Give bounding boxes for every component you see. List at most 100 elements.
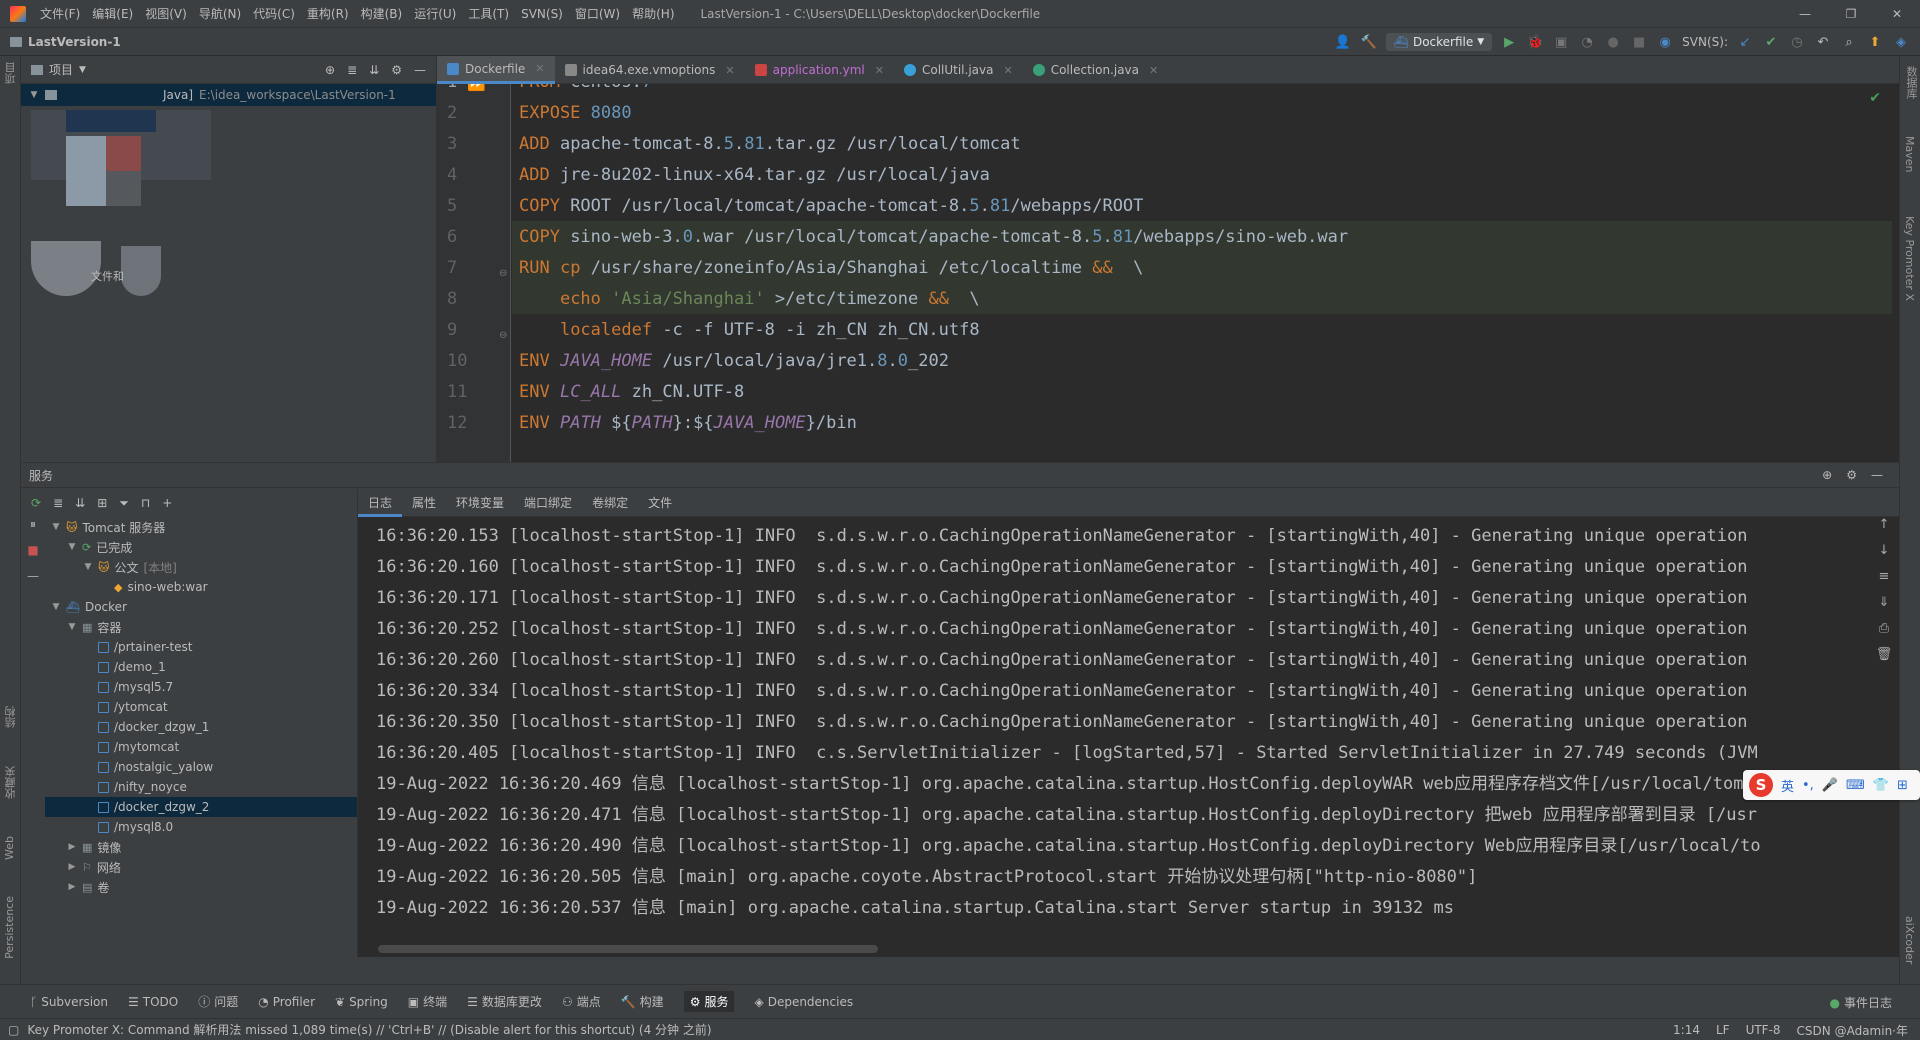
stripe-project-tab[interactable]: 项目 bbox=[3, 62, 19, 84]
pause-icon[interactable]: ⏸ bbox=[21, 517, 45, 543]
filter-icon[interactable]: ⏷ bbox=[119, 496, 129, 511]
tree-item[interactable]: /docker_dzgw_1 bbox=[45, 717, 357, 737]
tree-item[interactable]: ▼ 🐱 Tomcat 服务器 bbox=[45, 517, 357, 537]
tree-item[interactable]: /ytomcat bbox=[45, 697, 357, 717]
menu-help[interactable]: 帮助(H) bbox=[626, 5, 680, 22]
menu-tools[interactable]: 工具(T) bbox=[462, 5, 515, 22]
microphone-icon[interactable]: 🎤 bbox=[1822, 778, 1838, 793]
tree-item[interactable]: ▼ ▦ 容器 bbox=[45, 617, 357, 637]
tree-item[interactable]: /nifty_noyce bbox=[45, 777, 357, 797]
menu-edit[interactable]: 编辑(E) bbox=[86, 5, 139, 22]
stripe-key-promoter-tab[interactable]: Key Promoter X bbox=[1903, 216, 1916, 301]
tree-item[interactable]: ▼ 🐱 公文 [本地] bbox=[45, 557, 357, 577]
stripe-structure-tab[interactable]: 结构 bbox=[3, 706, 19, 728]
tab-files[interactable]: 文件 bbox=[638, 489, 682, 517]
build-hammer-icon[interactable]: 🔨 bbox=[1360, 33, 1378, 51]
tool-window-database[interactable]: ☰ 数据库更改 bbox=[467, 993, 542, 1010]
menu-view[interactable]: 视图(V) bbox=[139, 5, 193, 22]
close-icon[interactable]: ✕ bbox=[1149, 64, 1158, 77]
status-message[interactable]: Key Promoter X: Command 解析用法 missed 1,08… bbox=[27, 1021, 711, 1038]
tool-window-dependencies[interactable]: ◈ Dependencies bbox=[754, 995, 853, 1009]
scroll-down-icon[interactable]: ↓ bbox=[1869, 543, 1899, 569]
svn-commit-icon[interactable]: ✔ bbox=[1762, 33, 1780, 51]
tree-item[interactable]: ▶ ▤ 卷 bbox=[45, 877, 357, 897]
tree-item[interactable]: /demo_1 bbox=[45, 657, 357, 677]
tool-window-subversion[interactable]: ᚴ Subversion bbox=[30, 995, 108, 1009]
expand-all-icon[interactable]: ≣ bbox=[347, 63, 357, 77]
profile-icon[interactable]: ◔ bbox=[1578, 33, 1596, 51]
hide-panel-icon[interactable]: — bbox=[1871, 468, 1883, 482]
menu-build[interactable]: 构建(B) bbox=[355, 5, 409, 22]
project-panel-title[interactable]: 项目 bbox=[49, 61, 73, 78]
event-log-button[interactable]: ● 事件日志 bbox=[1830, 994, 1893, 1011]
tab-collection[interactable]: Collection.java ✕ bbox=[1023, 56, 1169, 84]
collapse-all-icon[interactable]: ⇊ bbox=[75, 496, 85, 510]
tree-item[interactable]: /mysql5.7 bbox=[45, 677, 357, 697]
fold-icon[interactable]: ⊖ bbox=[499, 268, 507, 279]
revert-icon[interactable]: ↶ bbox=[1814, 33, 1832, 51]
chevron-down-icon[interactable]: ▼ bbox=[51, 602, 61, 612]
skin-icon[interactable]: 👕 bbox=[1873, 778, 1889, 793]
stripe-database-tab[interactable]: 数据库 bbox=[1903, 66, 1919, 99]
clear-icon[interactable]: 🗑 bbox=[1869, 647, 1899, 673]
tab-vmoptions[interactable]: idea64.exe.vmoptions ✕ bbox=[555, 56, 745, 84]
line-separator[interactable]: LF bbox=[1716, 1023, 1730, 1037]
gear-icon[interactable]: ⚙ bbox=[1846, 468, 1857, 482]
project-root-row[interactable]: ▼ Java] E:\idea_workspace\LastVersion-1 bbox=[21, 84, 436, 106]
tool-window-endpoints[interactable]: ⚇ 端点 bbox=[562, 993, 601, 1010]
soft-wrap-icon[interactable]: ≡ bbox=[1869, 569, 1899, 595]
code-editor[interactable]: 1 ⏩ 2 3 4 5 6 7 ⊖ 8 9 ⊖ 10 11 12 FROM ce… bbox=[437, 84, 1899, 462]
keyboard-icon[interactable]: ⌨ bbox=[1846, 778, 1865, 793]
minimize-icon[interactable]: — bbox=[1782, 0, 1828, 28]
chevron-down-icon[interactable]: ▼ bbox=[51, 522, 61, 532]
menu-refactor[interactable]: 重构(R) bbox=[301, 5, 355, 22]
coverage-icon[interactable]: ▣ bbox=[1552, 33, 1570, 51]
tab-port-bindings[interactable]: 端口绑定 bbox=[514, 489, 582, 517]
tab-env-vars[interactable]: 环境变量 bbox=[446, 489, 514, 517]
tab-properties[interactable]: 属性 bbox=[402, 489, 446, 517]
tree-item[interactable]: ▶ ⚐ 网络 bbox=[45, 857, 357, 877]
ime-language-label[interactable]: 英 bbox=[1781, 776, 1794, 795]
plugin-icon[interactable]: ◈ bbox=[1892, 33, 1910, 51]
stop-dim-icon[interactable]: ● bbox=[1604, 33, 1622, 51]
tree-item[interactable]: /docker_dzgw_2 bbox=[45, 797, 357, 817]
run-icon[interactable]: ▶ bbox=[1500, 33, 1518, 51]
tool-window-problems[interactable]: ⓘ 问题 bbox=[198, 993, 238, 1010]
chevron-down-icon[interactable]: ▼ bbox=[67, 542, 77, 552]
tab-volume-bindings[interactable]: 卷绑定 bbox=[582, 489, 638, 517]
tab-collutil[interactable]: CollUtil.java ✕ bbox=[894, 56, 1023, 84]
account-icon[interactable]: 👤 bbox=[1334, 33, 1352, 51]
stripe-aixcoder-tab[interactable]: aiXcoder bbox=[1903, 916, 1916, 964]
tool-window-services[interactable]: ⚙ 服务 bbox=[683, 991, 735, 1012]
stop-icon[interactable]: ■ bbox=[21, 543, 45, 569]
group-icon[interactable]: ⊞ bbox=[97, 496, 107, 510]
sogou-logo-icon[interactable]: S bbox=[1749, 773, 1773, 797]
tree-item[interactable]: /mytomcat bbox=[45, 737, 357, 757]
tab-dockerfile[interactable]: Dockerfile ✕ bbox=[437, 56, 555, 84]
hide-panel-icon[interactable]: — bbox=[414, 63, 426, 77]
tool-window-spring[interactable]: ❦ Spring bbox=[335, 995, 388, 1009]
horizontal-scrollbar[interactable] bbox=[378, 945, 878, 953]
status-toggle-icon[interactable]: ▢ bbox=[8, 1023, 19, 1037]
svn-update-icon[interactable]: ↙ bbox=[1736, 33, 1754, 51]
tool-window-todo[interactable]: ☰ TODO bbox=[128, 995, 178, 1009]
close-window-icon[interactable]: ✕ bbox=[1874, 0, 1920, 28]
chevron-right-icon[interactable]: ▶ bbox=[67, 862, 77, 872]
restore-icon[interactable]: ❐ bbox=[1828, 0, 1874, 28]
close-icon[interactable]: ✕ bbox=[1003, 64, 1012, 77]
chevron-down-icon[interactable]: ▼ bbox=[79, 65, 86, 75]
tree-item[interactable]: ▼ ⟳ 已完成 bbox=[45, 537, 357, 557]
locate-icon[interactable]: ⊕ bbox=[325, 63, 335, 77]
inspection-ok-icon[interactable]: ✔ bbox=[1869, 90, 1881, 106]
tree-item[interactable]: /prtainer-test bbox=[45, 637, 357, 657]
chevron-right-icon[interactable]: ▶ bbox=[67, 882, 77, 892]
stop-icon[interactable]: ■ bbox=[1630, 33, 1648, 51]
expand-all-icon[interactable]: ≣ bbox=[53, 496, 63, 510]
close-icon[interactable]: ✕ bbox=[725, 64, 734, 77]
help-circle-icon[interactable]: ◉ bbox=[1656, 33, 1674, 51]
stripe-web-tab[interactable]: Web bbox=[3, 836, 16, 860]
run-configuration-select[interactable]: ⛴ Dockerfile ▼ bbox=[1385, 33, 1493, 51]
stripe-favorites-tab[interactable]: 收藏夹 bbox=[3, 766, 19, 799]
tab-log[interactable]: 日志 bbox=[358, 489, 403, 517]
chevron-right-icon[interactable]: ▶ bbox=[67, 842, 77, 852]
